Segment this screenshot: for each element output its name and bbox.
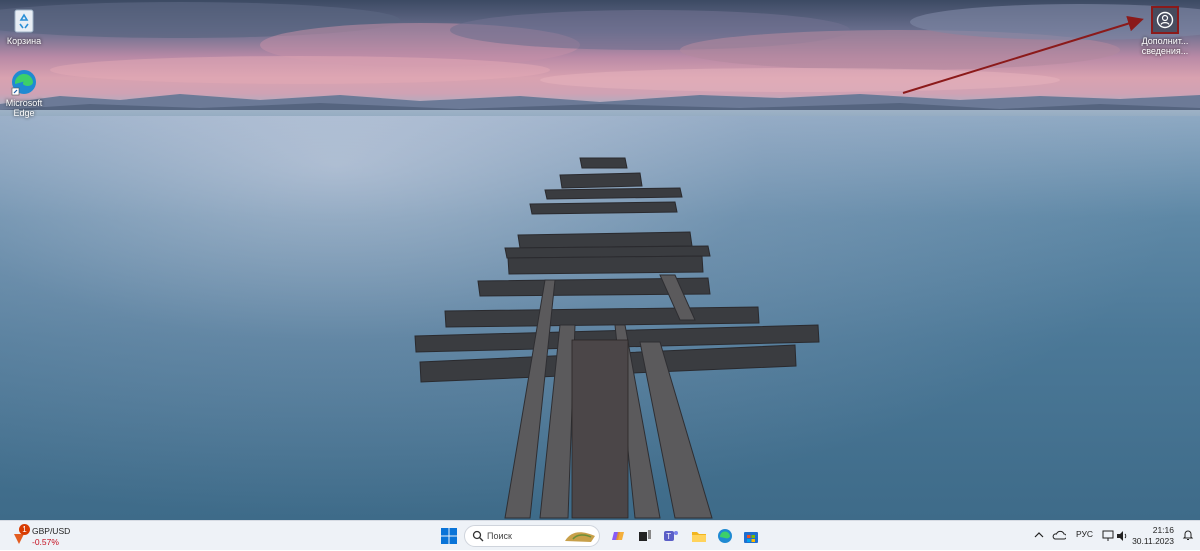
microsoft-edge-desktop-icon[interactable]: Microsoft Edge xyxy=(2,68,46,118)
store-icon xyxy=(744,532,758,543)
teams-button[interactable]: T xyxy=(660,525,682,547)
svg-text:T: T xyxy=(666,532,671,541)
volume-icon[interactable] xyxy=(1116,530,1128,542)
file-explorer-button[interactable] xyxy=(688,525,710,547)
extra-info-label: Дополнит... сведения... xyxy=(1141,36,1189,56)
extra-info-desktop-icon[interactable]: Дополнит... сведения... xyxy=(1140,6,1190,56)
search-placeholder: Поиск xyxy=(487,531,512,541)
network-icon[interactable] xyxy=(1102,530,1114,542)
date: 30.11.2023 xyxy=(1132,536,1174,546)
windows-logo-icon xyxy=(441,528,457,544)
input-language[interactable]: РУС xyxy=(1076,529,1093,539)
wooden-pier-image xyxy=(414,157,820,519)
notification-badge: 1 xyxy=(19,524,30,535)
recycle-bin-icon xyxy=(14,9,34,33)
copilot-icon xyxy=(612,532,624,540)
task-view-icon xyxy=(639,530,651,541)
teams-icon: T xyxy=(664,531,678,541)
currency-pair: GBP/USD xyxy=(32,526,71,536)
onedrive-icon[interactable] xyxy=(1052,530,1066,540)
widgets-button[interactable]: 1 GBP/USD -0.57% xyxy=(10,524,90,548)
notifications-bell-icon[interactable] xyxy=(1182,529,1194,541)
search-box[interactable]: Поиск xyxy=(464,525,600,547)
task-view-button[interactable] xyxy=(634,525,656,547)
search-icon xyxy=(472,530,484,542)
user-circle-icon xyxy=(1156,11,1174,29)
clock[interactable]: 21:16 30.11.2023 xyxy=(1132,525,1174,547)
search-highlight-illustration xyxy=(565,532,595,542)
chevron-up-icon[interactable] xyxy=(1034,531,1044,539)
highlight-frame xyxy=(1151,6,1179,34)
recycle-bin-desktop-icon[interactable]: Корзина xyxy=(2,6,46,46)
system-tray: РУС xyxy=(1030,521,1200,551)
store-button[interactable] xyxy=(740,525,762,547)
microsoft-edge-label: Microsoft Edge xyxy=(5,98,43,118)
edge-icon xyxy=(11,70,36,96)
edge-taskbar-button[interactable] xyxy=(714,525,736,547)
taskbar: 1 GBP/USD -0.57% Поиск T РУС 21:16 30.11… xyxy=(0,520,1200,550)
time: 21:16 xyxy=(1152,525,1174,535)
desktop[interactable]: Корзина Microsoft Edge Дополнит... сведе… xyxy=(0,0,1200,520)
start-button[interactable] xyxy=(438,525,460,547)
folder-icon xyxy=(692,532,706,542)
recycle-bin-label: Корзина xyxy=(6,36,42,46)
currency-change: -0.57% xyxy=(32,537,59,547)
edge-icon xyxy=(718,529,732,543)
copilot-button[interactable] xyxy=(608,525,630,547)
